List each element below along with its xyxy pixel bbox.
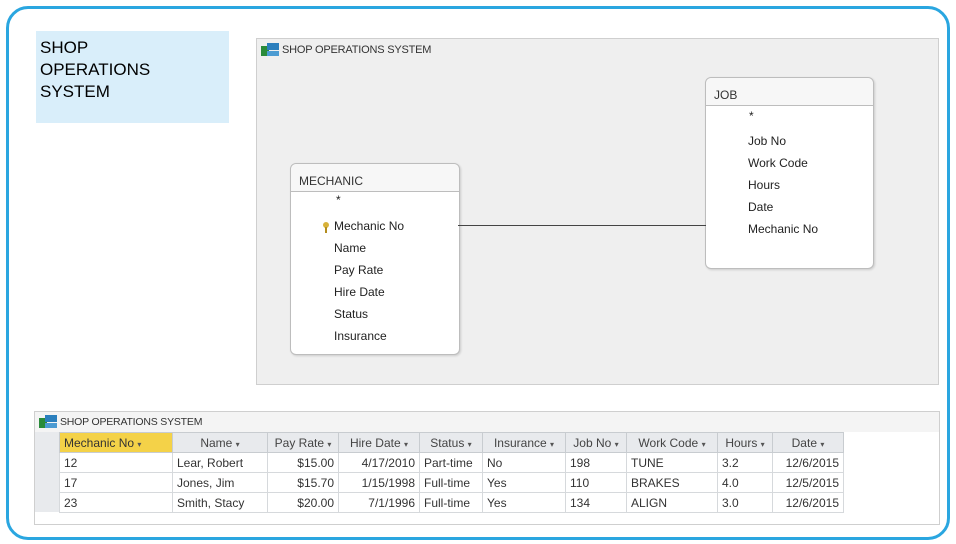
table-row[interactable]: 12 Lear, Robert $15.00 4/17/2010 Part-ti…: [59, 452, 844, 473]
cell[interactable]: BRAKES: [626, 472, 718, 493]
mechanic-field-5[interactable]: Insurance: [334, 329, 387, 343]
mechanic-field-2[interactable]: Pay Rate: [334, 263, 383, 277]
cell[interactable]: $15.00: [267, 452, 339, 473]
cell[interactable]: Yes: [482, 492, 566, 513]
relationship-line[interactable]: [458, 225, 706, 226]
cell[interactable]: Jones, Jim: [172, 472, 268, 493]
mechanic-field-1[interactable]: Name: [334, 241, 366, 255]
mechanic-field-0[interactable]: Mechanic No: [334, 219, 404, 233]
cell[interactable]: Yes: [482, 472, 566, 493]
column-header-hours[interactable]: Hours ▾: [717, 432, 773, 453]
job-table-header[interactable]: JOB: [706, 78, 873, 106]
sort-arrow-icon[interactable]: ▾: [615, 440, 619, 449]
mechanic-field-3[interactable]: Hire Date: [334, 285, 385, 299]
cell[interactable]: 3.2: [717, 452, 773, 473]
relationships-icon: [261, 43, 279, 57]
cell[interactable]: 4/17/2010: [338, 452, 420, 473]
mechanic-table-header[interactable]: MECHANIC: [291, 164, 459, 192]
mechanic-all-fields[interactable]: *: [336, 193, 341, 207]
job-table-card[interactable]: JOB: [705, 77, 874, 269]
job-field-0[interactable]: Job No: [748, 134, 786, 148]
column-header-pay-rate[interactable]: Pay Rate ▾: [267, 432, 339, 453]
sort-arrow-icon[interactable]: ▾: [550, 440, 554, 449]
job-field-2[interactable]: Hours: [748, 178, 780, 192]
sort-arrow-icon[interactable]: ▾: [820, 440, 824, 449]
job-all-fields[interactable]: *: [749, 109, 754, 123]
cell[interactable]: $15.70: [267, 472, 339, 493]
cell[interactable]: Full-time: [419, 492, 483, 513]
cell[interactable]: 12/6/2015: [772, 452, 844, 473]
sort-arrow-icon[interactable]: ▾: [702, 440, 706, 449]
sort-arrow-icon[interactable]: ▾: [404, 440, 408, 449]
column-header-mechanic-no[interactable]: Mechanic No ▾: [59, 432, 173, 453]
relationships-title-bar: SHOP OPERATIONS SYSTEM: [257, 39, 938, 61]
cell[interactable]: 7/1/1996: [338, 492, 420, 513]
datasheet-title: SHOP OPERATIONS SYSTEM: [60, 416, 203, 428]
cell[interactable]: Smith, Stacy: [172, 492, 268, 513]
cell[interactable]: Full-time: [419, 472, 483, 493]
cell[interactable]: 134: [565, 492, 627, 513]
cell[interactable]: 23: [59, 492, 173, 513]
sort-arrow-icon[interactable]: ▾: [468, 440, 472, 449]
cell[interactable]: $20.00: [267, 492, 339, 513]
cell[interactable]: 110: [565, 472, 627, 493]
cell[interactable]: 12/5/2015: [772, 472, 844, 493]
column-header-work-code[interactable]: Work Code ▾: [626, 432, 718, 453]
cell[interactable]: TUNE: [626, 452, 718, 473]
sort-arrow-icon[interactable]: ▾: [236, 440, 240, 449]
cell[interactable]: Lear, Robert: [172, 452, 268, 473]
cell[interactable]: Part-time: [419, 452, 483, 473]
job-field-3[interactable]: Date: [748, 200, 773, 214]
cell[interactable]: 17: [59, 472, 173, 493]
table-row[interactable]: 17 Jones, Jim $15.70 1/15/1998 Full-time…: [59, 472, 844, 493]
sort-arrow-icon[interactable]: ▾: [137, 440, 141, 449]
cell[interactable]: 12: [59, 452, 173, 473]
sort-arrow-icon[interactable]: ▾: [761, 440, 765, 449]
datasheet-icon: [39, 415, 57, 429]
column-header-job-no[interactable]: Job No ▾: [565, 432, 627, 453]
sort-arrow-icon[interactable]: ▾: [327, 440, 331, 449]
cell[interactable]: 198: [565, 452, 627, 473]
column-header-hire-date[interactable]: Hire Date ▾: [338, 432, 420, 453]
mechanic-table-card[interactable]: MECHANIC: [290, 163, 460, 355]
cell[interactable]: 12/6/2015: [772, 492, 844, 513]
primary-key-icon: [323, 222, 329, 233]
cell[interactable]: 4.0: [717, 472, 773, 493]
mechanic-field-4[interactable]: Status: [334, 307, 368, 321]
figure-caption: SHOP OPERATIONS SYSTEM: [36, 31, 229, 123]
record-selector-column[interactable]: [35, 432, 60, 512]
relationships-title: SHOP OPERATIONS SYSTEM: [282, 44, 432, 56]
job-field-4[interactable]: Mechanic No: [748, 222, 818, 236]
cell[interactable]: 3.0: [717, 492, 773, 513]
datasheet-table: Mechanic No ▾ Name ▾ Pay Rate ▾ Hire Dat…: [59, 432, 844, 513]
column-header-date[interactable]: Date ▾: [772, 432, 844, 453]
column-header-status[interactable]: Status ▾: [419, 432, 483, 453]
column-header-insurance[interactable]: Insurance ▾: [482, 432, 566, 453]
column-header-name[interactable]: Name ▾: [172, 432, 268, 453]
table-row[interactable]: 23 Smith, Stacy $20.00 7/1/1996 Full-tim…: [59, 492, 844, 513]
datasheet-window: SHOP OPERATIONS SYSTEM Mechanic No ▾ Nam…: [34, 411, 940, 525]
cell[interactable]: 1/15/1998: [338, 472, 420, 493]
cell[interactable]: ALIGN: [626, 492, 718, 513]
cell[interactable]: No: [482, 452, 566, 473]
job-field-1[interactable]: Work Code: [748, 156, 808, 170]
datasheet-title-bar: SHOP OPERATIONS SYSTEM: [35, 412, 939, 432]
